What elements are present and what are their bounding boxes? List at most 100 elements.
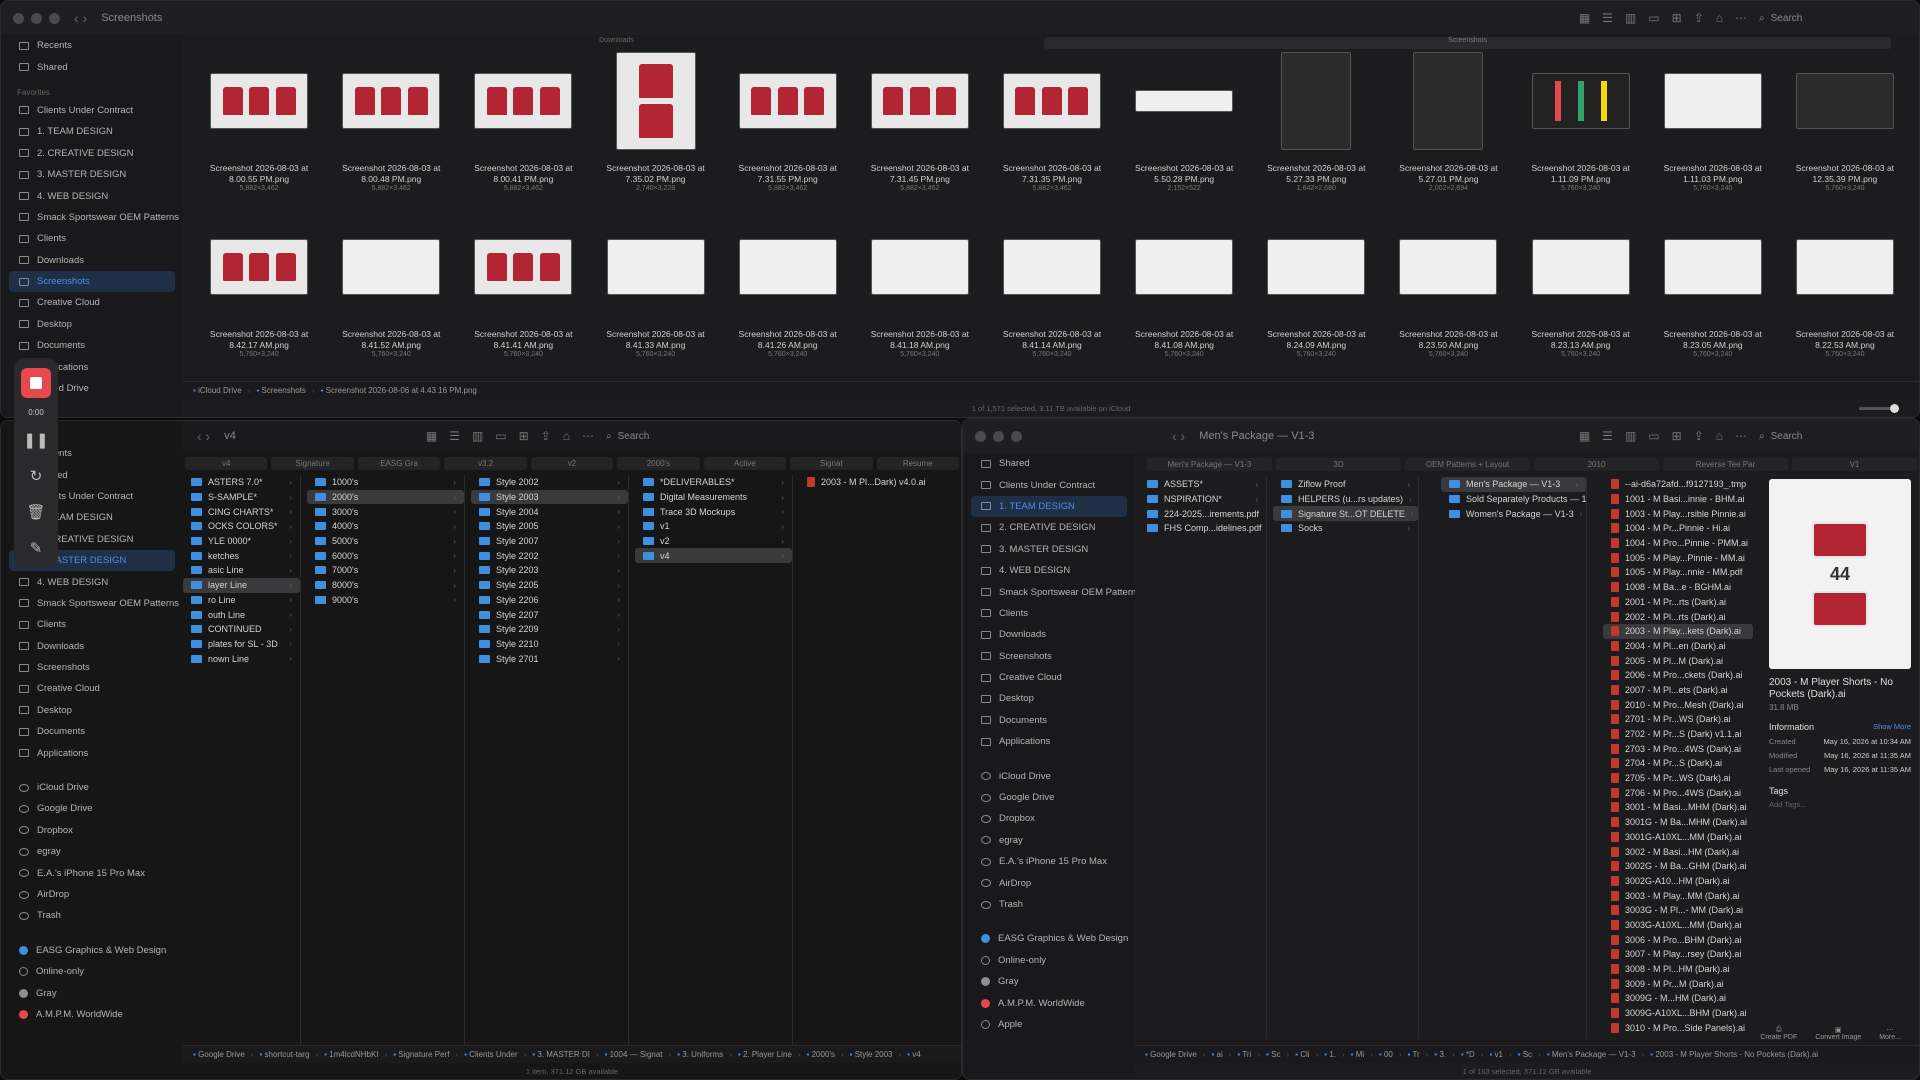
sidebar-tag-easg-graphics-web-design[interactable]: EASG Graphics & Web Design: [963, 928, 1135, 949]
list-item[interactable]: 3007 - M Play...rsey (Dark).ai: [1603, 947, 1753, 962]
path-segment[interactable]: ▪ Tri: [1237, 1050, 1251, 1059]
file-item[interactable]: Screenshot 2026-08-03 at 8.23.50 AM.png 5…: [1382, 217, 1514, 383]
tab-signat[interactable]: Signat: [790, 456, 873, 470]
list-item[interactable]: 3000's ›: [307, 504, 464, 519]
list-item[interactable]: Style 2002 ›: [471, 475, 628, 490]
list-item[interactable]: CONTINUED ›: [183, 622, 300, 637]
list-item[interactable]: 1004 - M Pr...Pinnie - Hi.ai: [1603, 521, 1753, 536]
file-item[interactable]: Screenshot 2026-08-03 at 8.22.53 AM.png 5…: [1779, 217, 1911, 383]
tab-resume[interactable]: Resume: [876, 456, 959, 470]
list-item[interactable]: v4 ›: [635, 548, 792, 564]
list-item[interactable]: 8000's ›: [307, 578, 464, 593]
list-item[interactable]: 2007 - M Pl...ets (Dark).ai: [1603, 683, 1753, 698]
create-pdf-button[interactable]: ⎙ Create PDF: [1760, 1026, 1797, 1041]
path-segment[interactable]: ▪ Sc: [1266, 1050, 1280, 1059]
sidebar-location-egray[interactable]: egray: [1, 841, 183, 862]
file-item[interactable]: Screenshot 2026-08-03 at 8.23.05 AM.png 5…: [1647, 217, 1779, 383]
tab-2010[interactable]: 2010: [1534, 457, 1659, 471]
path-segment[interactable]: ▪ Mi: [1351, 1050, 1365, 1059]
list-item[interactable]: --ai-d6a72afd...f9127193_.tmp: [1603, 477, 1753, 492]
sidebar-item-4-web-design[interactable]: 4. WEB DESIGN: [1, 185, 183, 206]
path-segment[interactable]: ▪ Sc: [1518, 1050, 1532, 1059]
sidebar-item-clients[interactable]: Clients: [1, 614, 183, 635]
list-item[interactable]: Style 2209 ›: [471, 622, 628, 637]
sidebar-item-screenshots[interactable]: Screenshots: [9, 270, 175, 293]
list-item[interactable]: ro Line ›: [183, 593, 300, 608]
path-segment[interactable]: ▪ v1: [1489, 1050, 1503, 1059]
more-icon[interactable]: ⋯: [1735, 429, 1747, 443]
sidebar-location-google-drive[interactable]: Google Drive: [963, 787, 1135, 808]
list-item[interactable]: v2 ›: [635, 534, 792, 549]
list-item[interactable]: Style 2005 ›: [471, 519, 628, 534]
share-icon[interactable]: ⇪: [1694, 11, 1704, 25]
list-item[interactable]: 3001 - M Basi...MHM (Dark).ai: [1603, 800, 1753, 815]
sidebar-item-4-web-design[interactable]: 4. WEB DESIGN: [963, 560, 1135, 581]
file-item[interactable]: Screenshot 2026-08-03 at 8.41.08 AM.png 5…: [1118, 217, 1250, 383]
list-item[interactable]: ASTERS 7.0* ›: [183, 475, 300, 490]
tab-v4[interactable]: v4: [185, 456, 268, 470]
back-forward-icon[interactable]: ‹ ›: [74, 10, 87, 26]
list-item[interactable]: 2003 - M Pl...Dark) v4.0.ai: [799, 475, 957, 490]
path-segment[interactable]: ▪ 3. Uniforms: [677, 1050, 723, 1059]
sidebar-tag-online-only[interactable]: Online-only: [1, 961, 183, 982]
sidebar-item-downloads[interactable]: Downloads: [1, 250, 183, 271]
path-segment[interactable]: ▪ ai: [1211, 1050, 1222, 1059]
path-segment[interactable]: ▪ Tr: [1408, 1050, 1420, 1059]
path-segment[interactable]: ▪ Style 2003: [850, 1050, 893, 1059]
list-item[interactable]: 2702 - M Pr...S (Dark) v1.1.ai: [1603, 727, 1753, 742]
sidebar-item-1-team-design[interactable]: 1. TEAM DESIGN: [971, 495, 1127, 518]
tab-reverse-tee-par[interactable]: Reverse Tee Par: [1663, 457, 1788, 471]
file-item[interactable]: Screenshot 2026-08-03 at 8.41.18 AM.png 5…: [854, 217, 986, 383]
column-view-icon[interactable]: ▥: [1625, 429, 1636, 443]
gallery-view-icon[interactable]: ▭: [495, 429, 506, 443]
sidebar-tag-online-only[interactable]: Online-only: [963, 950, 1135, 971]
list-item[interactable]: 2001 - M Pr...rts (Dark).ai: [1603, 595, 1753, 610]
file-item[interactable]: Screenshot 2026-08-03 at 8.42.17 AM.png 5…: [193, 217, 325, 383]
sidebar-item-smack-sportswear-oem-patterns[interactable]: Smack Sportswear OEM Patterns: [1, 207, 183, 228]
tab-screenshots[interactable]: Screenshots: [1044, 37, 1891, 49]
list-item[interactable]: plates for SL - 3D ›: [183, 637, 300, 652]
sidebar-item-creative-cloud[interactable]: Creative Cloud: [1, 292, 183, 313]
back-forward-icon[interactable]: ‹ ›: [1172, 428, 1185, 444]
path-segment[interactable]: ▪ v4: [907, 1050, 921, 1059]
list-item[interactable]: Style 2007 ›: [471, 534, 628, 549]
sidebar-tag-easg-graphics-web-design[interactable]: EASG Graphics & Web Design: [1, 940, 183, 961]
tab-men-s-package-v1-3[interactable]: Men's Package — V1-3: [1147, 457, 1272, 471]
list-item[interactable]: 3002G-A10...HM (Dark).ai: [1603, 874, 1753, 889]
draw-icon[interactable]: ✎: [30, 535, 43, 561]
list-item[interactable]: 1004 - M Pro...Pinnie - PMM.ai: [1603, 536, 1753, 551]
list-item[interactable]: 3009G-A10XL...BHM (Dark).ai: [1603, 1006, 1753, 1021]
list-item[interactable]: Style 2210 ›: [471, 637, 628, 652]
tab-v2[interactable]: v2: [530, 456, 614, 470]
list-item[interactable]: *DELIVERABLES* ›: [635, 475, 792, 490]
list-item[interactable]: Style 2205 ›: [471, 578, 628, 593]
pause-icon[interactable]: ❚❚: [23, 427, 48, 453]
list-view-icon[interactable]: ☰: [449, 429, 460, 443]
file-item[interactable]: Screenshot 2026-08-03 at 5.50.28 PM.png 2…: [1118, 51, 1250, 217]
sidebar-item-desktop[interactable]: Desktop: [1, 314, 183, 335]
tab-easg-gra[interactable]: EASG Gra: [357, 456, 441, 470]
file-item[interactable]: Screenshot 2026-08-03 at 5.27.33 PM.png 1…: [1250, 51, 1382, 217]
path-segment[interactable]: ▪ *D: [1461, 1050, 1475, 1059]
sidebar-item-2-creative-design[interactable]: 2. CREATIVE DESIGN: [1, 143, 183, 164]
list-item[interactable]: asic Line ›: [183, 563, 300, 578]
sidebar-location-airdrop[interactable]: AirDrop: [963, 872, 1135, 893]
share-icon[interactable]: ⇪: [541, 429, 551, 443]
sidebar-location-dropbox[interactable]: Dropbox: [963, 808, 1135, 829]
file-item[interactable]: Screenshot 2026-08-03 at 7.31.55 PM.png 5…: [722, 51, 854, 217]
list-item[interactable]: Women's Package — V1-3 ›: [1441, 506, 1586, 521]
tab-v1[interactable]: V1: [1792, 457, 1917, 471]
more-actions-button[interactable]: ⋯ More...: [1879, 1026, 1901, 1041]
sidebar-item-documents[interactable]: Documents: [1, 721, 183, 742]
list-item[interactable]: Socks ›: [1273, 521, 1418, 536]
sidebar-item-applications[interactable]: Applications: [963, 731, 1135, 752]
sidebar-location-trash[interactable]: Trash: [963, 894, 1135, 915]
list-item[interactable]: 2705 - M Pr...WS (Dark).ai: [1603, 771, 1753, 786]
list-item[interactable]: Style 2701 ›: [471, 651, 628, 666]
list-item[interactable]: 2010 - M Pro...Mesh (Dark).ai: [1603, 697, 1753, 712]
sidebar-item-shared[interactable]: Shared: [963, 453, 1135, 474]
path-segment[interactable]: ▪ 3. MASTER DI: [532, 1050, 590, 1059]
more-icon[interactable]: ⋯: [582, 429, 594, 443]
zoom-slider[interactable]: [1859, 404, 1899, 413]
list-item[interactable]: OCKS COLORS* ›: [183, 519, 300, 534]
